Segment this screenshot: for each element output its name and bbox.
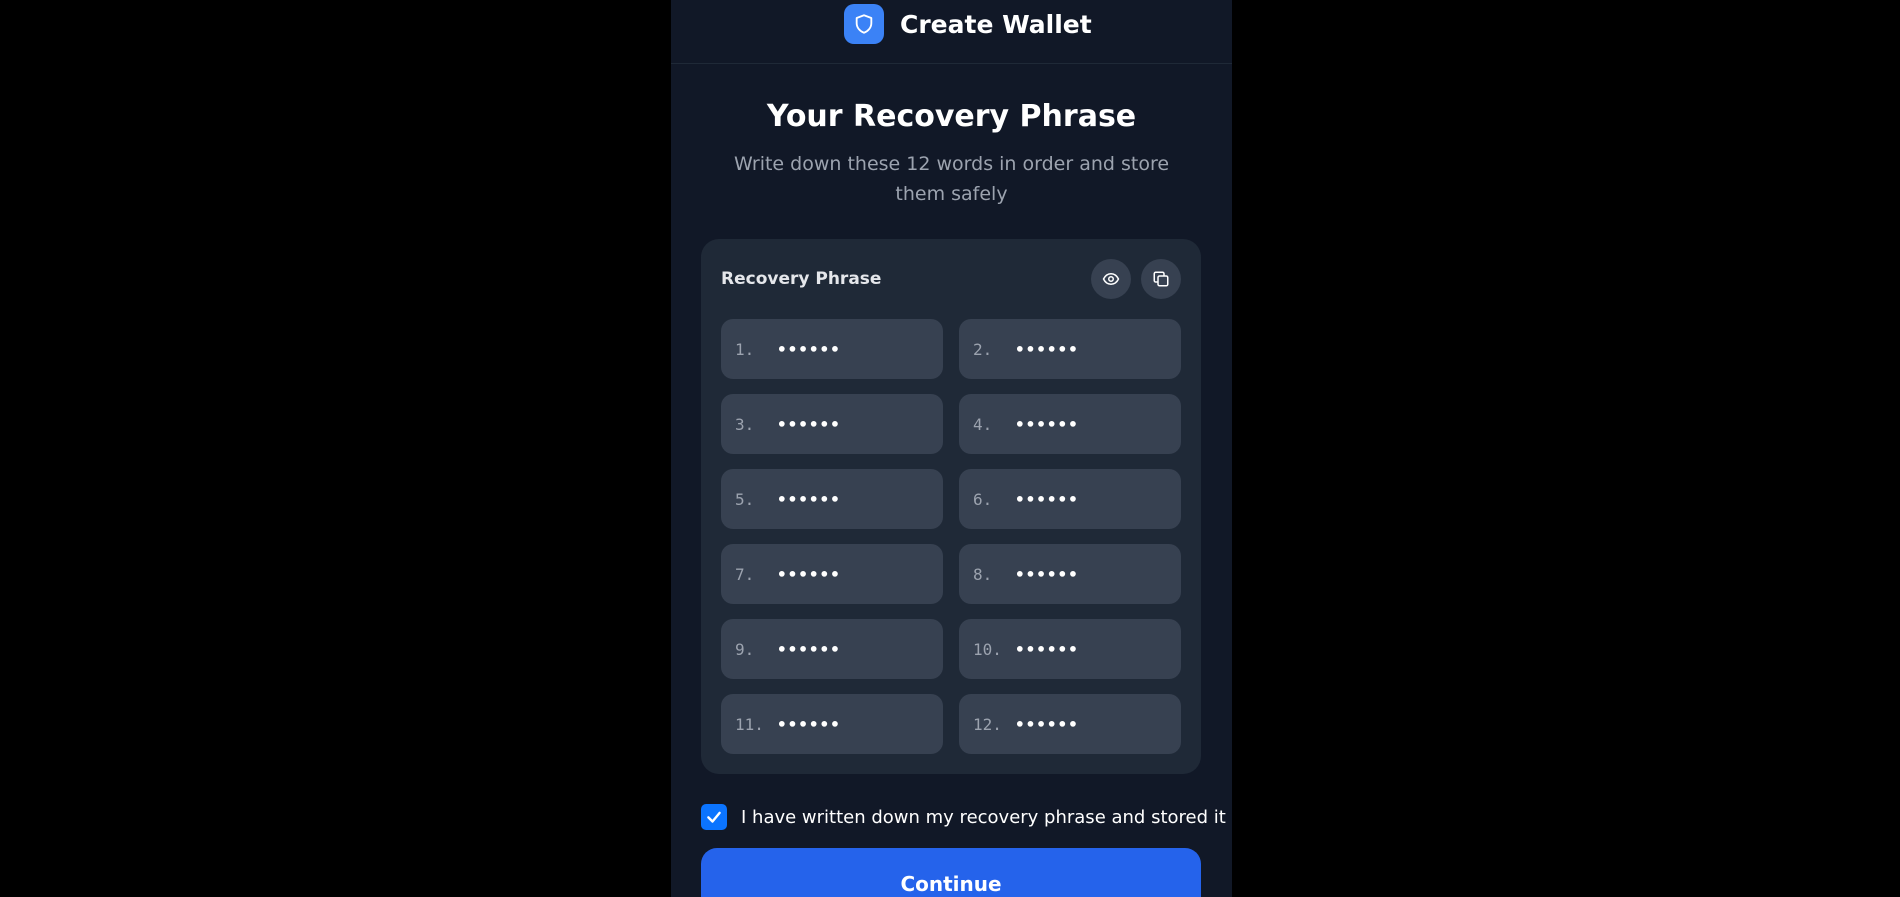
word-cell: 10. •••••• [959, 619, 1181, 679]
page-title: Your Recovery Phrase [766, 99, 1137, 134]
checkmark-icon [707, 811, 721, 823]
card-actions [1091, 259, 1181, 299]
word-cell: 2. •••••• [959, 319, 1181, 379]
word-cell: 4. •••••• [959, 394, 1181, 454]
eye-icon [1102, 273, 1120, 285]
word-number: 5. [735, 489, 755, 509]
word-number: 4. [973, 414, 993, 434]
card-header: Recovery Phrase [721, 259, 1181, 299]
word-value: •••••• [777, 339, 841, 359]
word-cell: 9. •••••• [721, 619, 943, 679]
word-value: •••••• [1015, 414, 1079, 434]
copy-icon [1153, 271, 1169, 287]
word-number: 8. [973, 564, 993, 584]
confirm-checkbox[interactable] [701, 804, 727, 830]
word-number: 9. [735, 639, 755, 659]
word-number: 7. [735, 564, 755, 584]
word-cell: 8. •••••• [959, 544, 1181, 604]
word-cell: 7. •••••• [721, 544, 943, 604]
word-number: 10. [973, 639, 1002, 659]
confirm-row: I have written down my recovery phrase a… [701, 804, 1232, 830]
word-cell: 12. •••••• [959, 694, 1181, 754]
word-cell: 11. •••••• [721, 694, 943, 754]
word-grid: 1. •••••• 2. •••••• 3. •••••• 4. •••••• 5. ••… [721, 319, 1181, 754]
word-number: 3. [735, 414, 755, 434]
app-header: Create Wallet [671, 0, 1232, 64]
word-value: •••••• [1015, 489, 1079, 509]
word-value: •••••• [1015, 339, 1079, 359]
continue-button[interactable]: Continue [701, 848, 1201, 897]
word-cell: 6. •••••• [959, 469, 1181, 529]
copy-button[interactable] [1141, 259, 1181, 299]
word-value: •••••• [777, 564, 841, 584]
word-cell: 3. •••••• [721, 394, 943, 454]
main-content: Your Recovery Phrase Write down these 12… [671, 99, 1232, 897]
word-value: •••••• [777, 489, 841, 509]
word-value: •••••• [777, 639, 841, 659]
word-cell: 1. •••••• [721, 319, 943, 379]
word-number: 6. [973, 489, 993, 509]
header-title: Create Wallet [900, 9, 1092, 39]
shield-icon [844, 4, 884, 44]
word-cell: 5. •••••• [721, 469, 943, 529]
word-number: 12. [973, 714, 1002, 734]
word-value: •••••• [1015, 714, 1079, 734]
page-subtitle: Write down these 12 words in order and s… [733, 153, 1170, 205]
recovery-phrase-card: Recovery Phrase 1. •••••• 2. •••••• 3. •… [701, 239, 1201, 774]
word-value: •••••• [1015, 564, 1079, 584]
create-wallet-panel: Create Wallet Your Recovery Phrase Write… [671, 0, 1232, 897]
word-number: 2. [973, 339, 993, 359]
word-number: 11. [735, 714, 764, 734]
word-value: •••••• [777, 414, 841, 434]
word-number: 1. [735, 339, 755, 359]
confirm-label[interactable]: I have written down my recovery phrase a… [741, 807, 1232, 828]
toggle-visibility-button[interactable] [1091, 259, 1131, 299]
card-label: Recovery Phrase [721, 269, 882, 289]
word-value: •••••• [777, 714, 841, 734]
word-value: •••••• [1015, 639, 1079, 659]
